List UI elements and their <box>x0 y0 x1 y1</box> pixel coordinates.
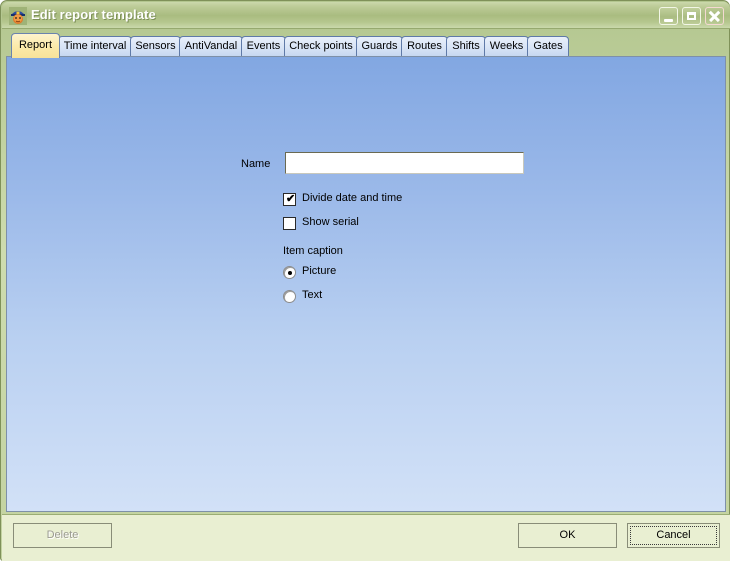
tab-gates[interactable]: Gates <box>527 36 569 57</box>
tab-content-report: Name ✔ Divide date and time Show serial It… <box>6 56 726 512</box>
dialog-button-bar: Delete OK Cancel <box>2 514 730 561</box>
radio-label: Picture <box>302 265 337 277</box>
radio-unselected-icon[interactable] <box>283 290 296 303</box>
tab-antivandal[interactable]: AntiVandal <box>179 36 243 57</box>
checkbox-unchecked-icon[interactable] <box>283 217 296 230</box>
tab-check-points[interactable]: Check points <box>284 36 358 57</box>
close-button[interactable] <box>705 7 724 25</box>
maximize-button[interactable] <box>682 7 701 25</box>
radio-dot-icon <box>287 270 292 275</box>
delete-button[interactable]: Delete <box>13 523 112 548</box>
checkbox-checked-icon[interactable]: ✔ <box>283 193 296 206</box>
maximize-icon <box>687 12 696 20</box>
tab-time-interval[interactable]: Time interval <box>58 36 132 57</box>
radio-selected-icon[interactable] <box>283 266 296 279</box>
cancel-button[interactable]: Cancel <box>627 523 720 548</box>
checkbox-label: Show serial <box>302 216 359 228</box>
ok-button[interactable]: OK <box>518 523 617 548</box>
window-title: Edit report template <box>31 7 156 22</box>
checkmark-icon: ✔ <box>286 193 296 205</box>
minimize-icon <box>664 19 673 22</box>
tab-report[interactable]: Report <box>11 33 60 58</box>
minimize-button[interactable] <box>659 7 678 25</box>
dialog-window: Edit report template Report Time interval… <box>0 0 730 561</box>
item-caption-label: Item caption <box>283 245 343 257</box>
tab-events[interactable]: Events <box>241 36 286 57</box>
tab-sensors[interactable]: Sensors <box>130 36 181 57</box>
focus-ring <box>630 526 717 545</box>
name-label: Name <box>241 158 271 170</box>
tab-weeks[interactable]: Weeks <box>484 36 529 57</box>
checkbox-label: Divide date and time <box>302 192 403 204</box>
tab-shifts[interactable]: Shifts <box>446 36 486 57</box>
tab-guards[interactable]: Guards <box>356 36 403 57</box>
radio-label: Text <box>302 289 323 301</box>
tab-bar: Report Time interval Sensors AntiVandal Even… <box>6 33 726 58</box>
tab-routes[interactable]: Routes <box>401 36 448 57</box>
guard-officer-icon <box>9 7 27 25</box>
title-bar[interactable]: Edit report template <box>2 2 730 29</box>
name-input[interactable] <box>285 152 524 174</box>
